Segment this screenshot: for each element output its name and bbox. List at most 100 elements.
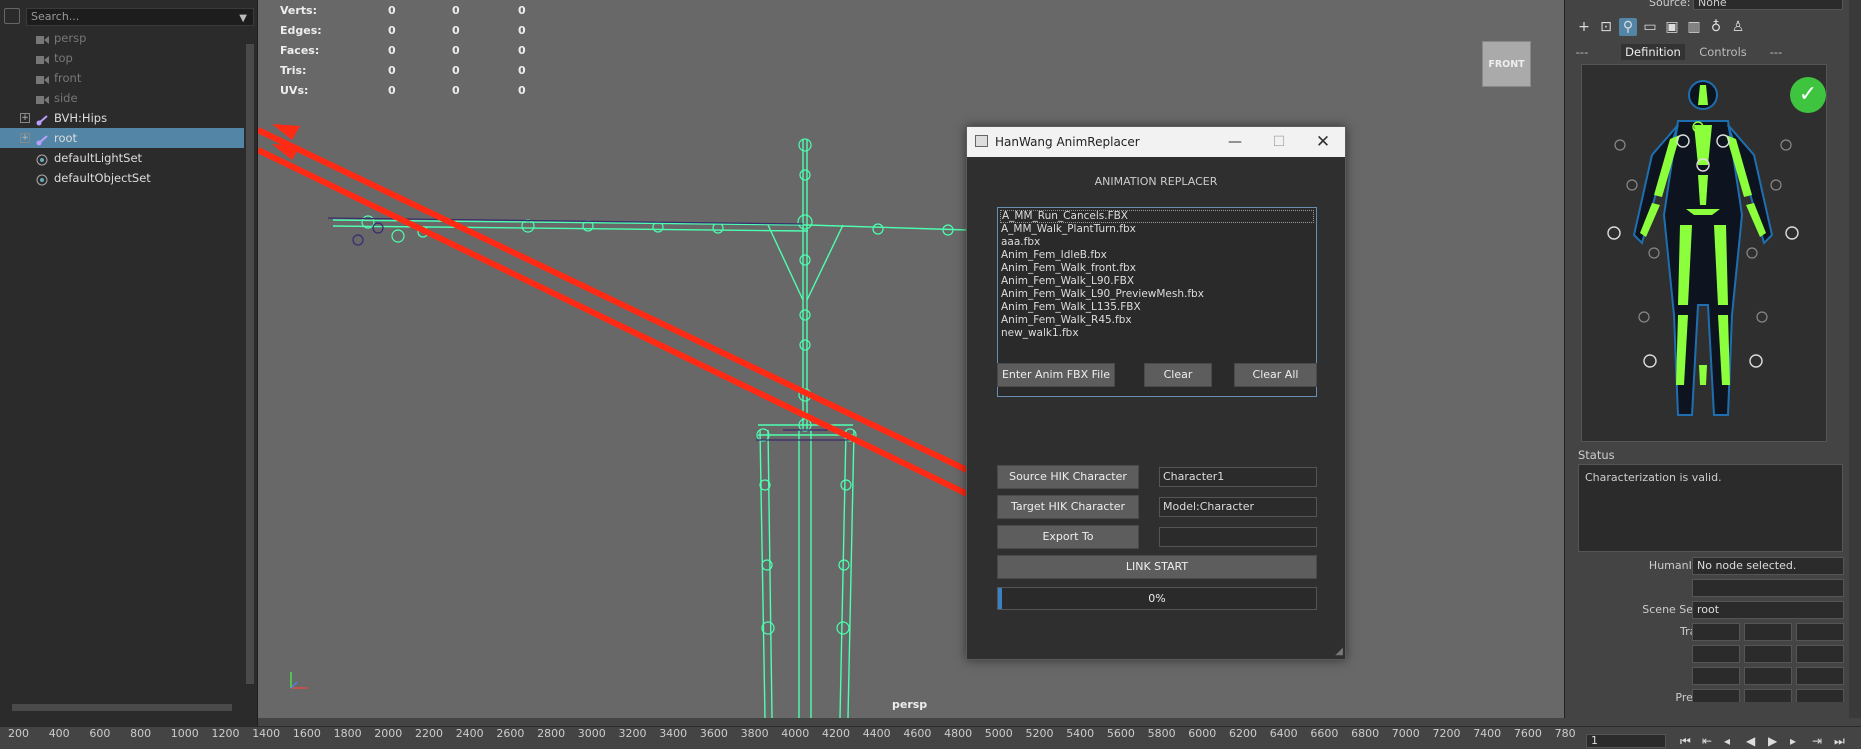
prop-value-field[interactable] bbox=[1692, 645, 1740, 663]
close-icon[interactable]: ✕ bbox=[1301, 127, 1345, 157]
outliner-item-label: persp bbox=[54, 31, 87, 45]
source-hik-field[interactable]: Character1 bbox=[1159, 467, 1317, 487]
step-forward-icon[interactable]: ▸ bbox=[1790, 734, 1796, 748]
export-to-button[interactable]: Export To bbox=[997, 525, 1139, 549]
minimize-icon[interactable]: — bbox=[1213, 127, 1257, 157]
outliner-item-root[interactable]: + root bbox=[0, 128, 244, 148]
step-forward-key-icon[interactable]: ⇥ bbox=[1812, 734, 1822, 748]
outliner-item-side[interactable]: side bbox=[0, 88, 244, 108]
file-list-item[interactable]: new_walk1.fbx bbox=[1000, 327, 1314, 340]
lock-icon[interactable]: ⊡ bbox=[1597, 18, 1615, 36]
clear-button[interactable]: Clear bbox=[1144, 363, 1212, 387]
file-list-item[interactable]: Anim_Fem_Walk_R45.fbx bbox=[1000, 314, 1314, 327]
hud-value: 0 bbox=[518, 4, 526, 17]
export-path-field[interactable] bbox=[1159, 527, 1317, 547]
resize-grip-icon[interactable]: ◢ bbox=[1335, 646, 1343, 657]
tab-controls[interactable]: Controls bbox=[1695, 44, 1751, 60]
file-list-item[interactable]: A_MM_Walk_PlantTurn.fbx bbox=[1000, 223, 1314, 236]
save-icon[interactable]: ▣ bbox=[1663, 18, 1681, 36]
prop-value-field[interactable] bbox=[1796, 667, 1844, 685]
tab-collapsed-3[interactable]: --- bbox=[1763, 44, 1789, 60]
outliner-item-defaultlightset[interactable]: defaultLightSet bbox=[0, 148, 244, 168]
axis-indicator-icon bbox=[290, 672, 307, 689]
file-list-item[interactable]: Anim_Fem_Walk_L90.FBX bbox=[1000, 275, 1314, 288]
outliner-scrollbar[interactable] bbox=[244, 30, 256, 700]
prop-value-field[interactable]: root bbox=[1692, 601, 1844, 619]
person-icon[interactable]: ♙ bbox=[1729, 18, 1747, 36]
delete-icon[interactable]: ▥ bbox=[1685, 18, 1703, 36]
file-list-item[interactable]: Anim_Fem_Walk_front.fbx bbox=[1000, 262, 1314, 275]
expand-icon[interactable]: + bbox=[20, 133, 30, 143]
timeline-tick-label: 400 bbox=[48, 727, 70, 740]
outliner-item-top[interactable]: top bbox=[0, 48, 244, 68]
search-input[interactable]: Search... ▼ bbox=[26, 8, 254, 26]
outliner-item-persp[interactable]: persp bbox=[0, 28, 244, 48]
clear-all-button[interactable]: Clear All bbox=[1234, 363, 1317, 387]
valid-check-icon: ✓ bbox=[1790, 77, 1826, 113]
prop-value-field[interactable] bbox=[1692, 667, 1740, 685]
set-icon bbox=[36, 152, 49, 166]
anim-replacer-dialog: HanWang AnimReplacer — ☐ ✕ ANIMATION REP… bbox=[966, 126, 1346, 660]
prop-value-field[interactable] bbox=[1692, 623, 1740, 641]
link-start-button[interactable]: LINK START bbox=[997, 555, 1317, 579]
hik-figure bbox=[1607, 80, 1799, 416]
prop-value-field[interactable] bbox=[1692, 689, 1740, 702]
timeline-tick-label: 5600 bbox=[1106, 727, 1135, 740]
outliner-item-defaultobjectset[interactable]: defaultObjectSet bbox=[0, 168, 244, 188]
outliner-item-front[interactable]: front bbox=[0, 68, 244, 88]
step-back-key-icon[interactable]: ⇤ bbox=[1702, 734, 1712, 748]
prop-value-field[interactable] bbox=[1744, 623, 1792, 641]
timeline-tick-label: 600 bbox=[89, 727, 111, 740]
time-slider[interactable]: 200 400 600 800 1000 1200 1400 1600 1800 2000 2200… bbox=[0, 726, 1861, 748]
timeline-tick-label: 6800 bbox=[1351, 727, 1380, 740]
arrow-head-1 bbox=[272, 124, 300, 160]
joint-icon bbox=[36, 132, 49, 146]
go-to-end-icon[interactable]: ⏭ bbox=[1834, 734, 1845, 749]
prop-value-field[interactable] bbox=[1692, 579, 1844, 597]
play-forward-icon[interactable]: ▶ bbox=[1768, 734, 1777, 748]
file-list-item[interactable]: A_MM_Run_Cancels.FBX bbox=[1000, 210, 1314, 223]
outliner-item-bvh-hips[interactable]: + BVH:Hips bbox=[0, 108, 244, 128]
viewcube[interactable]: FRONT bbox=[1482, 41, 1531, 87]
prop-value-field[interactable] bbox=[1796, 623, 1844, 641]
prop-value-field[interactable] bbox=[1796, 645, 1844, 663]
step-back-icon[interactable]: ◂ bbox=[1724, 734, 1730, 748]
prop-value-field[interactable] bbox=[1744, 645, 1792, 663]
source-hik-button[interactable]: Source HIK Character bbox=[997, 465, 1139, 489]
add-icon[interactable]: + bbox=[1575, 18, 1593, 36]
timeline-tick-label: 2600 bbox=[496, 727, 525, 740]
outliner-hscrollbar[interactable] bbox=[0, 700, 244, 714]
mirror-icon[interactable]: ♁ bbox=[1707, 18, 1725, 36]
file-list-item[interactable]: Anim_Fem_IdleB.fbx bbox=[1000, 249, 1314, 262]
prop-value-field[interactable] bbox=[1796, 689, 1844, 702]
source-dropdown[interactable]: None bbox=[1693, 0, 1843, 10]
file-list-item[interactable]: Anim_Fem_Walk_L90_PreviewMesh.fbx bbox=[1000, 288, 1314, 301]
filter-icon[interactable] bbox=[4, 8, 20, 24]
prop-value-field[interactable]: No node selected. bbox=[1692, 557, 1844, 575]
target-hik-button[interactable]: Target HIK Character bbox=[997, 495, 1139, 519]
outliner-item-label: defaultObjectSet bbox=[54, 171, 151, 185]
play-back-icon[interactable]: ◀ bbox=[1746, 734, 1755, 748]
folder-icon[interactable]: ▭ bbox=[1641, 18, 1659, 36]
timeline-tick-label: 7200 bbox=[1432, 727, 1461, 740]
current-frame-field[interactable]: 1 bbox=[1586, 734, 1666, 748]
prop-row-translate: Translate bbox=[1578, 622, 1848, 642]
prop-row-pre-rotate: Pre-rotate bbox=[1578, 688, 1848, 702]
file-list-item[interactable]: aaa.fbx bbox=[1000, 236, 1314, 249]
prop-value-field[interactable] bbox=[1744, 689, 1792, 702]
maximize-icon[interactable]: ☐ bbox=[1257, 127, 1301, 157]
enter-anim-fbx-button[interactable]: Enter Anim FBX File bbox=[997, 363, 1115, 387]
dialog-titlebar[interactable]: HanWang AnimReplacer — ☐ ✕ bbox=[967, 127, 1345, 157]
go-to-start-icon[interactable]: ⏮ bbox=[1680, 734, 1691, 749]
skeleton-icon[interactable]: ⚲ bbox=[1619, 18, 1637, 36]
target-hik-field[interactable]: Model:Character bbox=[1159, 497, 1317, 517]
file-list-item[interactable]: Anim_Fem_Walk_L135.FBX bbox=[1000, 301, 1314, 314]
expand-icon[interactable]: + bbox=[20, 113, 30, 123]
hik-character-map[interactable] bbox=[1581, 64, 1827, 442]
tab-definition[interactable]: Definition bbox=[1621, 44, 1685, 60]
tab-collapsed-0[interactable]: --- bbox=[1569, 44, 1595, 60]
timeline-tick-label: 4800 bbox=[944, 727, 973, 740]
hud-value: 0 bbox=[518, 44, 526, 57]
chevron-down-icon[interactable]: ▼ bbox=[239, 11, 247, 27]
prop-value-field[interactable] bbox=[1744, 667, 1792, 685]
